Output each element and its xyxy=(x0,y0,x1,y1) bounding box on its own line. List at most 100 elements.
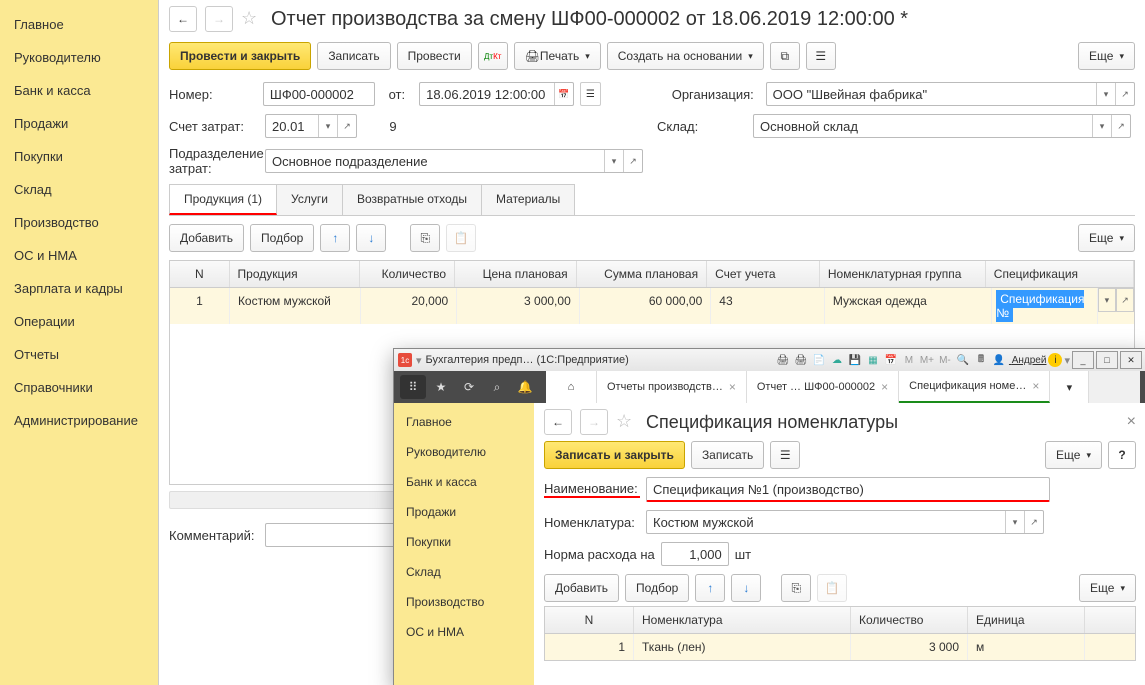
sidebar-item[interactable]: Покупки xyxy=(394,527,534,557)
minimize-icon[interactable]: _ xyxy=(1072,351,1094,369)
back-button[interactable]: ← xyxy=(169,6,197,32)
chevron-down-icon[interactable]: ▾ xyxy=(1005,511,1024,533)
sidebar-item[interactable]: Банк и касса xyxy=(394,467,534,497)
table-row[interactable]: 1 Ткань (лен) 3 000 м xyxy=(545,634,1135,660)
forward-button[interactable]: → xyxy=(205,6,233,32)
more-button[interactable]: Еще▾ xyxy=(1079,574,1136,602)
sidebar-item[interactable]: Производство xyxy=(0,206,158,239)
add-button[interactable]: Добавить xyxy=(544,574,619,602)
pick-button[interactable]: Подбор xyxy=(250,224,314,252)
chevron-down-icon[interactable]: ▾ xyxy=(1096,83,1115,105)
sidebar-item[interactable]: Справочники xyxy=(0,371,158,404)
col-nomen[interactable]: Номенклатура xyxy=(634,607,851,633)
popup-tab[interactable]: Спецификация номе…× xyxy=(899,371,1050,403)
search-icon[interactable]: ⌕ xyxy=(484,375,510,399)
forward-button[interactable]: → xyxy=(580,409,608,435)
bell-icon[interactable]: 🔔 xyxy=(512,375,538,399)
col-qty[interactable]: Количество xyxy=(851,607,968,633)
tab-menu[interactable]: ▾ xyxy=(1050,371,1089,403)
col-n[interactable]: N xyxy=(545,607,634,633)
account-input[interactable]: 20.01▾↗ xyxy=(265,114,357,138)
col-product[interactable]: Продукция xyxy=(230,261,360,287)
sidebar-item[interactable]: Склад xyxy=(0,173,158,206)
user-icon[interactable]: 👤 xyxy=(991,352,1007,368)
paste-icon[interactable]: 📋 xyxy=(446,224,476,252)
sidebar-item[interactable]: Покупки xyxy=(0,140,158,173)
list-icon[interactable]: ☰ xyxy=(770,441,800,469)
tab-services[interactable]: Услуги xyxy=(276,184,343,215)
post-button[interactable]: Провести xyxy=(397,42,472,70)
calendar-icon[interactable]: 📅 xyxy=(554,83,573,105)
write-button[interactable]: Записать xyxy=(317,42,390,70)
user-name[interactable]: Андрей xyxy=(1012,355,1047,366)
print-button[interactable]: 🖨 Печать▾ xyxy=(514,42,601,70)
copy-icon[interactable]: ⎘ xyxy=(781,574,811,602)
popup-tab[interactable]: Отчеты производств…× xyxy=(597,371,747,403)
add-button[interactable]: Добавить xyxy=(169,224,244,252)
mminus-icon[interactable]: M- xyxy=(937,352,953,368)
more-button[interactable]: Еще▾ xyxy=(1078,42,1135,70)
sidebar-item[interactable]: Зарплата и кадры xyxy=(0,272,158,305)
close-icon[interactable]: ✕ xyxy=(1120,351,1142,369)
sidebar-item[interactable]: Продажи xyxy=(0,107,158,140)
pick-button[interactable]: Подбор xyxy=(625,574,689,602)
link-icon[interactable]: ⧉ xyxy=(770,42,800,70)
chevron-down-icon[interactable]: ▾ xyxy=(604,150,623,172)
col-price[interactable]: Цена плановая xyxy=(455,261,577,287)
star-icon[interactable]: ☆ xyxy=(241,8,263,30)
sidebar-item[interactable]: Продажи xyxy=(394,497,534,527)
sidebar-item[interactable]: Банк и касса xyxy=(0,74,158,107)
col-unit[interactable]: Единица xyxy=(968,607,1085,633)
move-up-icon[interactable]: ↑ xyxy=(695,574,725,602)
col-n[interactable]: N xyxy=(170,261,230,287)
close-icon[interactable]: × xyxy=(729,380,736,394)
more-button[interactable]: Еще▾ xyxy=(1045,441,1102,469)
col-sum[interactable]: Сумма плановая xyxy=(577,261,707,287)
print-icon[interactable]: 🖨 xyxy=(775,352,791,368)
print2-icon[interactable]: 🖨 xyxy=(793,352,809,368)
star-icon[interactable]: ☆ xyxy=(616,411,638,433)
open-icon[interactable]: ↗ xyxy=(1115,83,1134,105)
mplus-icon[interactable]: M+ xyxy=(919,352,935,368)
info-icon[interactable]: i xyxy=(1048,353,1062,367)
home-tab[interactable]: ⌂ xyxy=(546,371,597,403)
sidebar-item[interactable]: Операции xyxy=(0,305,158,338)
menu-icon[interactable]: ⠿ xyxy=(400,375,426,399)
open-icon[interactable]: ↗ xyxy=(1024,511,1043,533)
chevron-down-icon[interactable]: ▾ xyxy=(1092,115,1111,137)
spec-cell[interactable]: Спецификация № xyxy=(996,290,1084,322)
sidebar-item[interactable]: Руководителю xyxy=(0,41,158,74)
open-icon[interactable]: ↗ xyxy=(623,150,642,172)
sidebar-item[interactable]: Главное xyxy=(394,407,534,437)
calendar-icon[interactable]: 📅 xyxy=(883,352,899,368)
col-spec[interactable]: Спецификация xyxy=(986,261,1134,287)
copy-icon[interactable]: ⎘ xyxy=(410,224,440,252)
sidebar-item[interactable]: Производство xyxy=(394,587,534,617)
sidebar-item[interactable]: ОС и НМА xyxy=(394,617,534,647)
tab-returns[interactable]: Возвратные отходы xyxy=(342,184,482,215)
close-icon[interactable]: × xyxy=(1032,379,1039,393)
col-qty[interactable]: Количество xyxy=(360,261,455,287)
move-up-icon[interactable]: ↑ xyxy=(320,224,350,252)
col-group[interactable]: Номенклатурная группа xyxy=(820,261,986,287)
close-icon[interactable]: × xyxy=(1127,413,1136,431)
cloud-icon[interactable]: ☁ xyxy=(829,352,845,368)
sidebar-item[interactable]: ОС и НМА xyxy=(0,239,158,272)
nomen-input[interactable]: Костюм мужской▾↗ xyxy=(646,510,1044,534)
m-icon[interactable]: M xyxy=(901,352,917,368)
submit-button[interactable]: Провести и закрыть xyxy=(169,42,311,70)
help-button[interactable]: ? xyxy=(1108,441,1136,469)
col-acct[interactable]: Счет учета xyxy=(707,261,820,287)
history-icon[interactable]: ⟳ xyxy=(456,375,482,399)
list-icon[interactable]: ☰ xyxy=(806,42,836,70)
sidebar-item[interactable]: Администрирование xyxy=(0,404,158,437)
table-row[interactable]: 1 Костюм мужской 20,000 3 000,00 60 000,… xyxy=(170,288,1134,324)
create-based-button[interactable]: Создать на основании▾ xyxy=(607,42,764,70)
warehouse-input[interactable]: Основной склад▾↗ xyxy=(753,114,1131,138)
sidebar-item[interactable]: Главное xyxy=(0,8,158,41)
doc-icon[interactable]: 📄 xyxy=(811,352,827,368)
write-button[interactable]: Записать xyxy=(691,441,764,469)
star-icon[interactable]: ★ xyxy=(428,375,454,399)
open-icon[interactable]: ↗ xyxy=(1116,288,1134,312)
paste-icon[interactable]: 📋 xyxy=(817,574,847,602)
